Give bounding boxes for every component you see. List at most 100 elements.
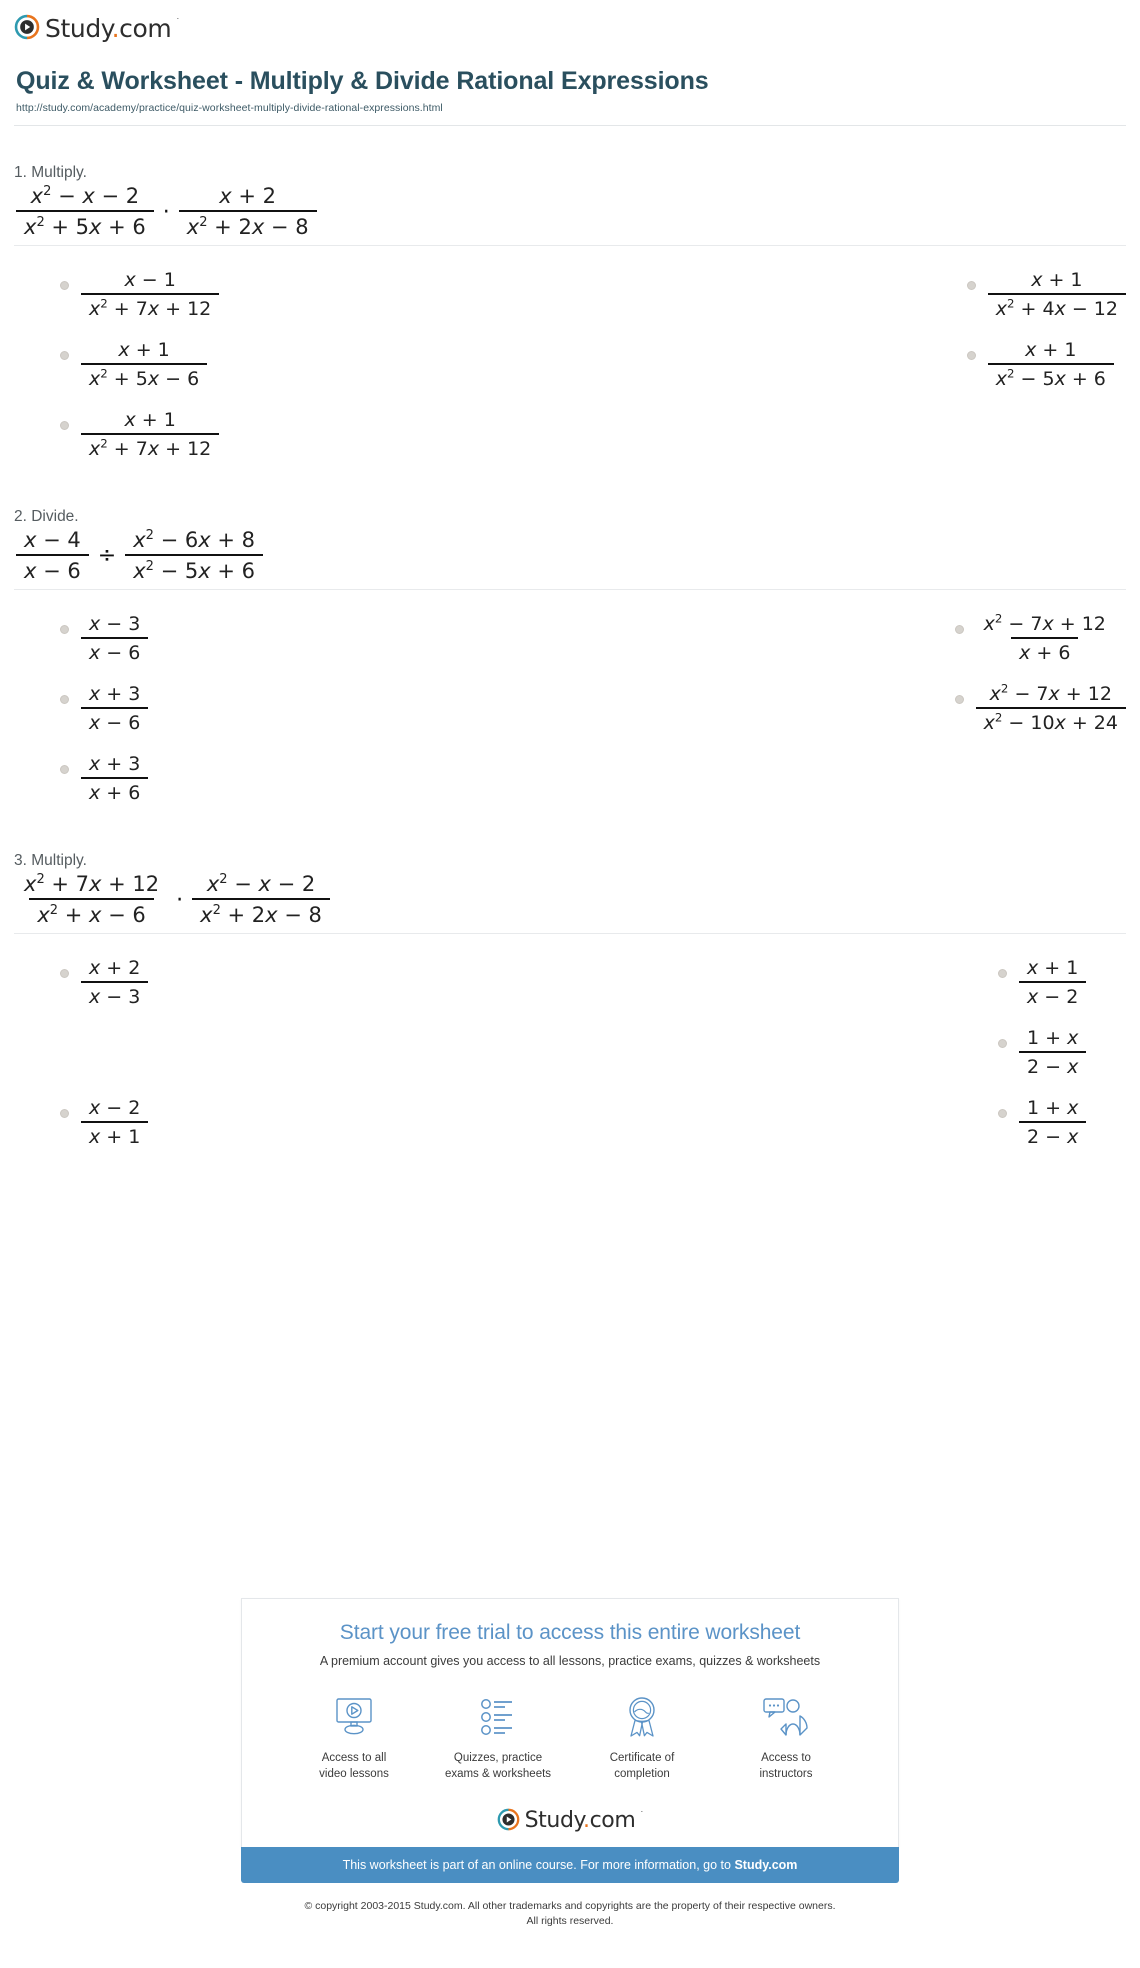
denominator: x + 6 bbox=[81, 777, 149, 804]
study-com-logo[interactable]: Study.com · bbox=[14, 13, 180, 43]
fraction-left: x − 4 x − 6 bbox=[16, 528, 89, 583]
denominator: x − 6 bbox=[81, 637, 149, 664]
option-fraction: x − 1 x2 + 7x + 12 bbox=[81, 269, 220, 320]
option-fraction: x − 2 x + 1 bbox=[81, 1097, 149, 1148]
radio-button[interactable] bbox=[966, 351, 976, 361]
numerator: x2 − 7x + 12 bbox=[989, 681, 1112, 706]
denominator: x − 2 bbox=[1019, 981, 1087, 1008]
option-3a[interactable]: x + 2 x − 3 bbox=[14, 948, 570, 1018]
option-fraction: x + 2 x − 3 bbox=[81, 957, 149, 1008]
denominator: x2 + 7x + 12 bbox=[81, 293, 220, 320]
question-2-prompt: 2. Divide. bbox=[14, 508, 79, 526]
numerator: x + 1 bbox=[118, 339, 170, 362]
option-1a[interactable]: x − 1 x2 + 7x + 12 bbox=[14, 260, 539, 330]
numerator: x + 1 bbox=[1025, 339, 1077, 362]
option-fraction: 1 + x 2 − x bbox=[1019, 1027, 1087, 1078]
option-fraction: x2 − 7x + 12 x + 6 bbox=[976, 613, 1114, 664]
radio-button[interactable] bbox=[60, 421, 69, 431]
option-3e[interactable]: 1 + x 2 − x bbox=[570, 1088, 1126, 1158]
numerator: x + 2 bbox=[219, 184, 277, 209]
numerator: x + 3 bbox=[89, 683, 141, 706]
numerator: x + 1 bbox=[1027, 957, 1079, 980]
promo-section: Start your free trial to access this ent… bbox=[0, 1598, 1140, 1929]
radio-button[interactable] bbox=[998, 1039, 1007, 1049]
feature-label: Quizzes, practice exams & worksheets bbox=[444, 1752, 552, 1780]
numerator: 1 + x bbox=[1027, 1027, 1079, 1050]
radio-button[interactable] bbox=[966, 281, 976, 291]
question-3-expression: x2 + 7x + 12 x2 + x − 6 · x2 − x − 2 x2 … bbox=[14, 872, 1126, 927]
numerator: x2 − 7x + 12 bbox=[983, 611, 1106, 636]
option-2d[interactable]: x2 − 7x + 12 x2 − 10x + 24 bbox=[527, 674, 1126, 744]
option-1d[interactable]: x + 1 x2 − 5x + 6 bbox=[539, 330, 1126, 400]
fraction-left: x2 − x − 2 x2 + 5x + 6 bbox=[16, 184, 154, 239]
option-2e[interactable]: x + 3 x + 6 bbox=[14, 744, 527, 814]
radio-button[interactable] bbox=[60, 969, 69, 979]
denominator: x2 + 5x + 6 bbox=[16, 210, 154, 239]
logo-tld: com bbox=[119, 13, 172, 43]
denominator: x + 6 bbox=[1011, 637, 1079, 664]
source-url: http://study.com/academy/practice/quiz-w… bbox=[16, 102, 443, 115]
numerator: x2 − x − 2 bbox=[30, 184, 140, 209]
option-fraction: x + 3 x − 6 bbox=[81, 683, 149, 734]
numerator: x2 − x − 2 bbox=[206, 872, 316, 897]
site-header: Study.com · bbox=[0, 0, 1140, 45]
option-1b[interactable]: x + 1 x2 + 4x − 12 bbox=[539, 260, 1126, 330]
checklist-icon bbox=[426, 1694, 570, 1740]
option-3b[interactable]: x + 1 x − 2 bbox=[570, 948, 1126, 1018]
divide-operator: ÷ bbox=[97, 542, 117, 568]
feature-label: Certificate of completion bbox=[609, 1752, 675, 1780]
multiply-operator: · bbox=[162, 199, 170, 225]
radio-button[interactable] bbox=[60, 695, 69, 705]
feature-label: Access to all video lessons bbox=[319, 1752, 389, 1780]
worksheet-page: Study.com · Quiz & Worksheet - Multiply … bbox=[0, 0, 1140, 1968]
option-fraction: 1 + x 2 − x bbox=[1019, 1097, 1087, 1148]
course-info-link[interactable]: Study.com bbox=[734, 1858, 797, 1872]
option-1e[interactable]: x + 1 x2 + 7x + 12 bbox=[14, 400, 539, 470]
option-2c[interactable]: x + 3 x − 6 bbox=[14, 674, 527, 744]
promo-subtitle: A premium account gives you access to al… bbox=[319, 1654, 821, 1668]
denominator: x2 + 4x − 12 bbox=[987, 293, 1126, 320]
option-1c[interactable]: x + 1 x2 + 5x − 6 bbox=[14, 330, 539, 400]
option-2b[interactable]: x2 − 7x + 12 x + 6 bbox=[527, 604, 1126, 674]
play-circle-icon bbox=[14, 14, 40, 40]
logo-name: Study bbox=[524, 1807, 584, 1833]
option-fraction: x + 1 x2 + 4x − 12 bbox=[987, 269, 1126, 320]
option-2a[interactable]: x − 3 x − 6 bbox=[14, 604, 527, 674]
numerator: 1 + x bbox=[1027, 1097, 1079, 1120]
course-info-text: This worksheet is part of an online cour… bbox=[342, 1858, 735, 1873]
numerator: x + 1 bbox=[124, 409, 176, 432]
logo-wordmark: Study.com bbox=[524, 1807, 636, 1833]
radio-button[interactable] bbox=[954, 625, 964, 635]
denominator: x − 6 bbox=[81, 707, 149, 734]
copyright-notice: © copyright 2003-2015 Study.com. All oth… bbox=[0, 1899, 1140, 1929]
video-lesson-icon bbox=[282, 1694, 426, 1740]
question-2-expression: x − 4 x − 6 ÷ x2 − 6x + 8 x2 − 5x + 6 bbox=[14, 528, 1126, 583]
numerator: x − 1 bbox=[124, 269, 176, 292]
trademark-mark: · bbox=[640, 1805, 644, 1816]
option-3c[interactable]: 1 + x 2 − x bbox=[570, 1018, 1126, 1088]
denominator: x2 − 10x + 24 bbox=[975, 707, 1126, 734]
option-3d[interactable]: x − 2 x + 1 bbox=[14, 1088, 570, 1158]
feature-label: Access to instructors bbox=[759, 1752, 813, 1780]
option-fraction: x + 1 x2 − 5x + 6 bbox=[987, 339, 1114, 390]
copyright-line-1: © copyright 2003-2015 Study.com. All oth… bbox=[304, 1900, 836, 1913]
radio-button[interactable] bbox=[60, 351, 69, 361]
question-3-options: x + 2 x − 3 x + 1 x − 2 1 + x 2 − x x − … bbox=[14, 934, 1126, 1158]
trademark-mark: · bbox=[176, 13, 180, 23]
fraction-right: x + 2 x2 + 2x − 8 bbox=[178, 184, 317, 239]
radio-button[interactable] bbox=[998, 969, 1007, 979]
option-fraction: x2 − 7x + 12 x2 − 10x + 24 bbox=[975, 681, 1126, 734]
radio-button[interactable] bbox=[60, 765, 69, 775]
certificate-ribbon-icon bbox=[570, 1694, 714, 1740]
fraction-left: x2 + 7x + 12 x2 + x − 6 bbox=[16, 872, 167, 927]
radio-button[interactable] bbox=[60, 281, 69, 291]
play-circle-icon bbox=[497, 1808, 519, 1831]
radio-button[interactable] bbox=[998, 1109, 1007, 1119]
radio-button[interactable] bbox=[954, 695, 964, 705]
course-info-bar[interactable]: This worksheet is part of an online cour… bbox=[241, 1847, 899, 1884]
promo-study-com-logo[interactable]: Study.com · bbox=[266, 1805, 874, 1833]
radio-button[interactable] bbox=[60, 625, 69, 635]
denominator: x2 + x − 6 bbox=[29, 898, 154, 927]
numerator: x + 1 bbox=[1031, 269, 1083, 292]
radio-button[interactable] bbox=[60, 1109, 69, 1119]
